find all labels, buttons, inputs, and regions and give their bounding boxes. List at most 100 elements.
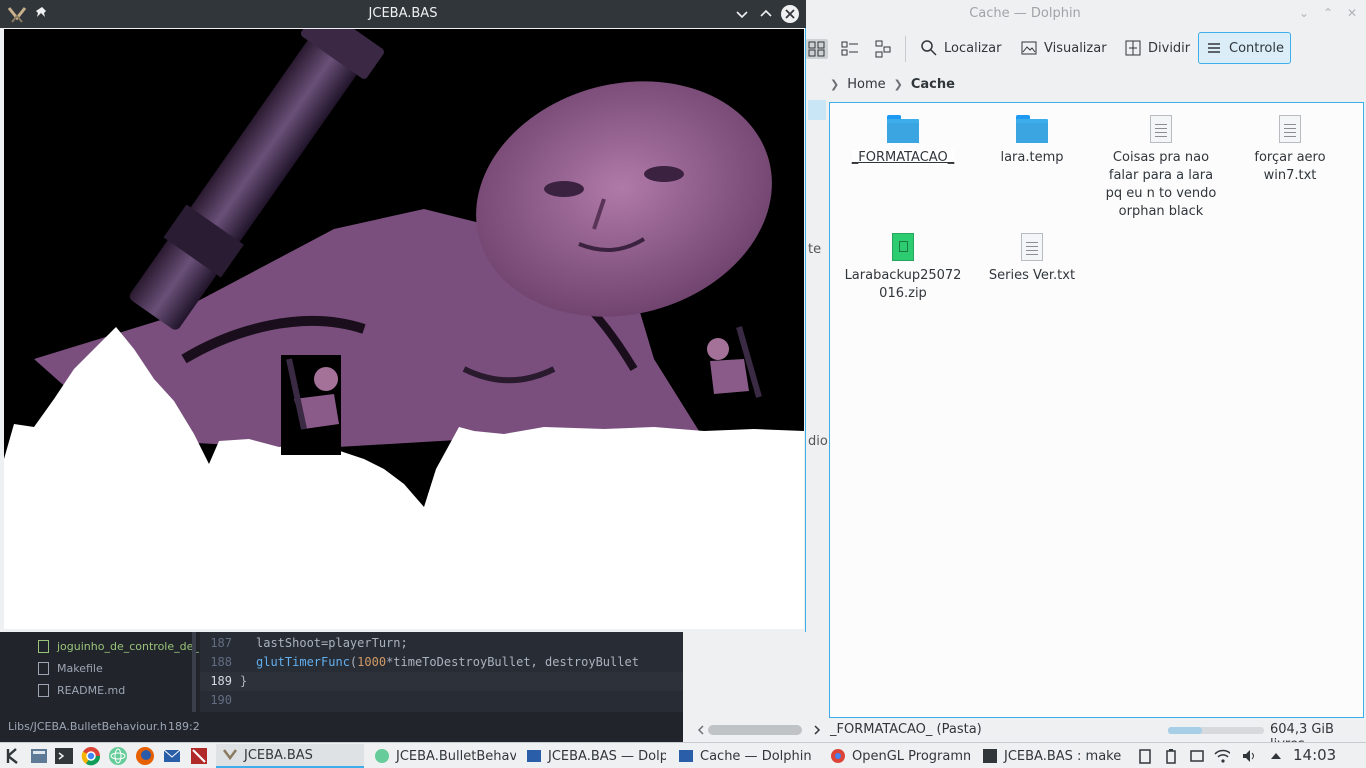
file-icon	[38, 683, 49, 697]
file-item[interactable]: forçar aero win7.txt	[1229, 107, 1351, 185]
close-icon[interactable]	[779, 4, 801, 24]
volume-icon[interactable]	[1241, 748, 1257, 764]
places-selected-item[interactable]	[808, 100, 826, 120]
text-file-icon	[1150, 115, 1172, 143]
file-name: Series Ver.txt	[988, 268, 1076, 283]
status-file-path[interactable]: Libs/JCEBA.BulletBehaviour.h	[8, 712, 167, 742]
task-dolphin-cache[interactable]: Cache — Dolphin	[672, 744, 818, 768]
game-title: JCEBA.BAS	[368, 6, 438, 21]
battery-icon[interactable]	[1163, 748, 1179, 764]
task-chrome[interactable]: OpenGL Programm	[824, 744, 970, 768]
app-launcher-icon[interactable]	[4, 746, 24, 766]
breadcrumb-home[interactable]: Home	[847, 77, 885, 92]
game-titlebar[interactable]: JCEBA.BAS	[0, 0, 806, 28]
close-icon[interactable]: ✕	[1344, 5, 1360, 21]
file-name: Coisas pra nao falar para a lara pq eu n…	[1105, 150, 1217, 219]
code-line: 190	[200, 691, 683, 710]
task-dolphin-jceba[interactable]: JCEBA.BAS — Dolp	[520, 744, 666, 768]
game-window: JCEBA.BAS	[0, 0, 806, 632]
line-number: 189	[210, 674, 232, 688]
folder-icon	[887, 115, 919, 143]
find-button[interactable]: Localizar	[914, 32, 1007, 64]
game-canvas[interactable]	[4, 29, 804, 629]
clock[interactable]: 14:03	[1293, 746, 1336, 764]
task-editor[interactable]: JCEBA.BulletBehav	[368, 744, 516, 768]
enemy-sprite	[707, 326, 762, 398]
taskbar: JCEBA.BAS JCEBA.BulletBehav JCEBA.BAS — …	[0, 742, 1366, 768]
file-manager-icon[interactable]	[29, 746, 49, 766]
code-text: }	[240, 674, 248, 688]
tree-item[interactable]: Makefile	[38, 658, 103, 678]
line-number: 190	[210, 693, 232, 707]
breadcrumb: ❯ Home ❯ Cache	[830, 74, 955, 94]
breadcrumb-cache[interactable]: Cache	[911, 77, 955, 92]
maximize-icon[interactable]: ⌃	[1320, 5, 1336, 21]
compact-view-button[interactable]	[839, 39, 861, 59]
line-number: 188	[210, 655, 232, 669]
folder-icon	[527, 750, 541, 762]
clipboard-icon[interactable]	[1137, 748, 1153, 764]
control-label: Controle	[1229, 40, 1284, 56]
file-item[interactable]: Series Ver.txt	[971, 225, 1093, 285]
task-label: Cache — Dolphin	[700, 748, 812, 764]
tree-item[interactable]: README.md	[38, 680, 125, 700]
game-scene	[4, 29, 804, 629]
chrome-icon[interactable]	[81, 746, 101, 766]
minimize-icon[interactable]: ⌄	[1296, 5, 1312, 21]
terminal-icon	[983, 749, 997, 763]
file-view[interactable]: _FORMATACAO_ lara.temp Coisas pra nao fa…	[829, 102, 1364, 718]
horizontal-scrollbar[interactable]	[696, 723, 822, 737]
file-tree: joguinho_de_controle_de_ Makefile README…	[0, 632, 200, 712]
file-icon	[38, 639, 49, 653]
code-line-current: 189}	[200, 672, 683, 691]
split-view-icon	[1125, 40, 1141, 56]
file-item[interactable]: Larabackup25072016.zip	[842, 225, 964, 303]
details-view-button[interactable]	[873, 39, 895, 59]
file-item[interactable]: lara.temp	[971, 107, 1093, 167]
maximize-icon[interactable]	[756, 4, 778, 24]
game-app-icon[interactable]	[189, 746, 209, 766]
device-notifier-icon[interactable]	[1189, 748, 1205, 764]
tree-item[interactable]: joguinho_de_controle_de_	[38, 636, 199, 656]
places-fragment[interactable]: dio	[808, 434, 828, 449]
status-cursor-position[interactable]: 189:2	[168, 712, 200, 742]
atom-icon[interactable]	[108, 746, 128, 766]
tree-scrollbar[interactable]	[192, 632, 196, 712]
task-label: JCEBA.BAS	[244, 747, 313, 763]
terminal-icon[interactable]	[54, 746, 74, 766]
chevron-right-icon[interactable]	[812, 723, 822, 737]
code-text: *timeToDestroyBullet, destroyBullet	[386, 655, 639, 669]
file-item[interactable]: _FORMATACAO_	[842, 107, 964, 167]
text-file-icon	[1279, 115, 1301, 143]
preview-button[interactable]: Visualizar	[1014, 32, 1113, 64]
task-jceba-bas[interactable]: JCEBA.BAS	[216, 744, 364, 768]
places-fragment[interactable]: te	[808, 242, 821, 257]
text-file-icon	[1021, 233, 1043, 261]
folder-icon	[1016, 115, 1048, 143]
control-button[interactable]: Controle	[1198, 32, 1291, 64]
file-icon	[38, 661, 49, 675]
wifi-icon[interactable]	[1214, 748, 1230, 764]
free-space-fill	[1168, 727, 1202, 734]
player-sprite	[281, 355, 341, 455]
scrollbar-thumb[interactable]	[708, 725, 802, 735]
free-space-bar	[1168, 727, 1264, 734]
chevron-left-icon[interactable]	[696, 723, 706, 737]
split-label: Dividir	[1148, 40, 1191, 56]
chrome-icon	[831, 749, 845, 763]
icons-view-icon	[808, 41, 825, 57]
chevron-up-icon[interactable]	[1269, 748, 1285, 764]
code-editor[interactable]: 187 lastShoot=playerTurn; 188 glutTimerFun…	[200, 632, 683, 712]
dolphin-toolbar: Localizar Visualizar Dividir Controle	[806, 32, 1366, 66]
icons-view-button[interactable]	[806, 39, 828, 59]
search-icon	[921, 40, 937, 56]
toolbar-separator	[905, 36, 906, 62]
minimize-icon[interactable]	[732, 4, 754, 24]
task-label: JCEBA.BulletBehav	[396, 748, 516, 764]
mail-icon[interactable]	[162, 746, 182, 766]
task-terminal[interactable]: JCEBA.BAS : make	[976, 744, 1124, 768]
split-button[interactable]: Dividir	[1118, 32, 1196, 64]
chevron-right-icon: ❯	[830, 77, 840, 91]
firefox-icon[interactable]	[135, 746, 155, 766]
file-item[interactable]: Coisas pra nao falar para a lara pq eu n…	[1100, 107, 1222, 221]
